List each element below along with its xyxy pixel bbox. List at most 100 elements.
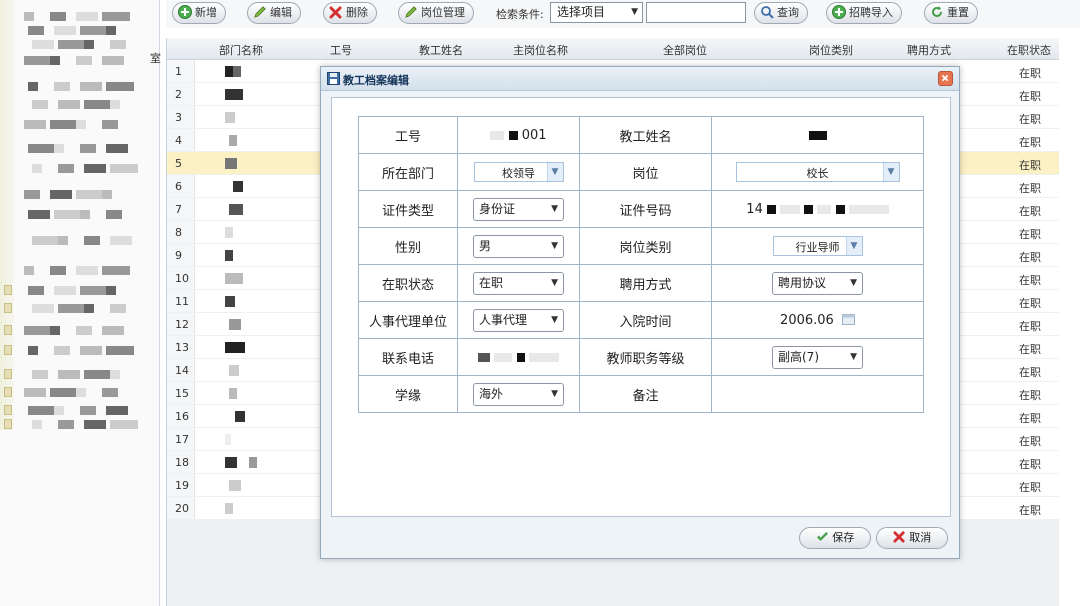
dialog-titlebar[interactable]: 教工档案编辑 [321, 67, 959, 91]
tree-item[interactable] [4, 300, 154, 316]
teacher-grade-select[interactable]: 副高(7) ▼ [772, 345, 863, 369]
masked-text [835, 204, 845, 214]
column-header[interactable]: 岗位类别 [809, 42, 853, 58]
tree-item[interactable] [4, 96, 154, 112]
tree-item[interactable] [4, 78, 154, 94]
calendar-icon[interactable] [841, 313, 855, 325]
id-type-value: 身份证 [479, 201, 516, 216]
masked-tree-label [110, 420, 138, 429]
masked-tree-label [32, 100, 48, 109]
masked-tree-label [110, 164, 138, 173]
search-input[interactable] [646, 2, 746, 23]
search-field-select[interactable]: 选择项目 ▼ [550, 2, 643, 23]
column-header[interactable]: 主岗位名称 [513, 42, 568, 58]
masked-tree-label [110, 370, 120, 379]
save-button[interactable]: 保存 [799, 527, 871, 549]
tree-item[interactable] [4, 206, 154, 222]
tree-item[interactable] [4, 186, 154, 202]
education-select[interactable]: 海外 ▼ [473, 382, 564, 406]
masked-tree-label [80, 210, 90, 219]
name-field [711, 116, 924, 154]
masked-tree-label [58, 370, 80, 379]
status-cell: 在职 [1019, 297, 1041, 310]
masked-department-name [225, 227, 233, 238]
masked-tree-label [28, 26, 44, 35]
status-cell: 在职 ▼ [457, 264, 580, 302]
field-label: 岗位 [579, 153, 712, 191]
cancel-button[interactable]: 取消 [876, 527, 948, 549]
tree-item[interactable] [4, 384, 154, 400]
masked-tree-label [28, 210, 50, 219]
field-label: 证件类型 [358, 190, 458, 228]
delete-button[interactable]: 删除 [323, 2, 377, 24]
edit-button[interactable]: 编辑 [247, 2, 301, 24]
masked-text [808, 130, 827, 140]
agent-unit-select[interactable]: 人事代理 ▼ [473, 308, 564, 332]
masked-tree-label [84, 164, 106, 173]
status-select[interactable]: 在职 ▼ [473, 271, 564, 295]
field-label: 备注 [579, 375, 712, 413]
row-number: 6 [175, 180, 182, 193]
status-cell: 在职 [1019, 274, 1041, 287]
column-header[interactable]: 工号 [330, 42, 352, 58]
masked-tree-label [32, 40, 54, 49]
masked-text [528, 352, 559, 362]
search-icon [761, 6, 774, 19]
status-cell: 在职 [1019, 320, 1041, 333]
reset-button[interactable]: 重置 [924, 2, 978, 24]
post-manage-button[interactable]: 岗位管理 [398, 2, 474, 24]
tree-item[interactable] [4, 282, 154, 298]
education-value: 海外 [479, 386, 504, 401]
close-button[interactable] [938, 71, 953, 86]
masked-tree-label [80, 26, 108, 35]
post-category-combo[interactable]: 行业导师 ▼ [772, 236, 863, 256]
masked-department-name [225, 158, 237, 169]
pencil-icon [254, 6, 266, 18]
masked-department-name [225, 457, 237, 468]
add-button[interactable]: 新增 [172, 2, 226, 24]
query-button[interactable]: 查询 [754, 2, 808, 24]
status-cell: 在职 [1019, 113, 1041, 126]
reset-button-label: 重置 [947, 6, 969, 19]
tree-item[interactable] [4, 52, 154, 68]
column-header[interactable]: 教工姓名 [419, 42, 463, 58]
tree-item[interactable] [4, 262, 154, 278]
tree-item[interactable] [4, 160, 154, 176]
department-combo[interactable]: 校领导 ▼ [473, 162, 564, 182]
document-icon [4, 303, 12, 313]
tree-item[interactable] [4, 366, 154, 382]
tree-item[interactable] [4, 36, 154, 52]
status-cell: 在职 [1019, 366, 1041, 379]
post-combo[interactable]: 校长 ▼ [735, 162, 900, 182]
tree-item[interactable] [4, 322, 154, 338]
column-header[interactable]: 部门名称 [219, 42, 263, 58]
tree-item[interactable] [4, 116, 154, 132]
tree-item[interactable] [4, 342, 154, 358]
close-icon [941, 74, 949, 82]
row-number: 12 [175, 318, 189, 331]
chevron-down-icon[interactable]: ▼ [546, 163, 563, 181]
tree-item[interactable] [4, 416, 154, 432]
employment-select[interactable]: 聘用协议 ▼ [772, 271, 863, 295]
column-header[interactable]: 在职状态 [1007, 42, 1051, 58]
save-button-label: 保存 [832, 531, 855, 544]
chevron-down-icon[interactable]: ▼ [882, 163, 899, 181]
chevron-down-icon: ▼ [551, 203, 558, 214]
import-button[interactable]: 招聘导入 [826, 2, 902, 24]
remark-field[interactable] [711, 375, 924, 413]
masked-department-name [229, 365, 239, 376]
tree-item[interactable] [4, 232, 154, 248]
chevron-down-icon[interactable]: ▼ [845, 237, 862, 255]
column-header[interactable]: 全部岗位 [663, 42, 707, 58]
masked-tree-label [102, 56, 124, 65]
tree-item[interactable] [4, 140, 154, 156]
masked-tree-label [58, 40, 86, 49]
gender-select[interactable]: 男 ▼ [473, 234, 564, 258]
masked-text [780, 204, 801, 214]
row-number: 14 [175, 364, 189, 377]
document-icon [4, 285, 12, 295]
masked-text [766, 204, 776, 214]
column-header[interactable]: 聘用方式 [907, 42, 951, 58]
post-value: 校长 [806, 167, 829, 180]
id-type-select[interactable]: 身份证 ▼ [473, 197, 564, 221]
